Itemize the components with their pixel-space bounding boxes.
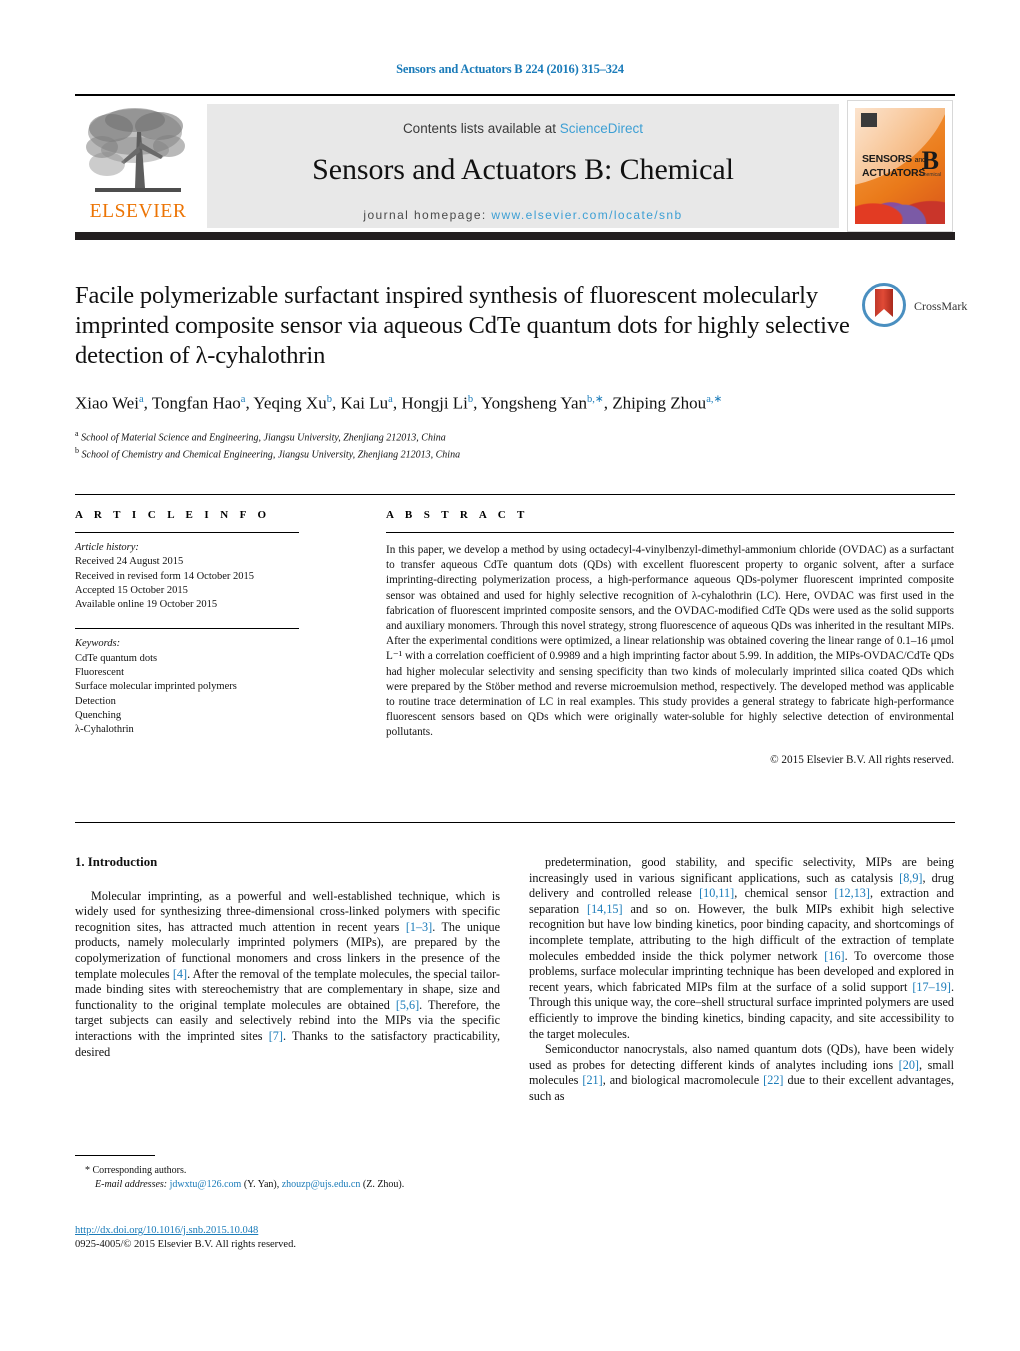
homepage-url-link[interactable]: www.elsevier.com/locate/snb [491, 208, 682, 222]
email-owner-zhou: (Z. Zhou). [362, 1178, 405, 1190]
journal-masthead: ELSEVIER Contents lists available at Sci… [75, 94, 955, 240]
footnote-corresponding: * Corresponding authors. [85, 1165, 187, 1176]
cover-blobs [855, 180, 945, 224]
journal-cover-image: SENSORS and ACTUATORS B Chemical [847, 100, 953, 232]
elsevier-wordmark: ELSEVIER [89, 201, 187, 222]
journal-cover-art: SENSORS and ACTUATORS B Chemical [855, 108, 945, 224]
affiliation-a-marker: a [75, 428, 79, 438]
journal-homepage-line: journal homepage: www.elsevier.com/locat… [207, 208, 839, 222]
intro-paragraph-2: predetermination, good stability, and sp… [529, 855, 955, 1041]
abstract-block: A B S T R A C T In this paper, we develo… [386, 509, 954, 766]
crossmark-notch-icon [875, 309, 893, 317]
cover-line2: ACTUATORS [862, 167, 926, 179]
keyword-item: Surface molecular imprinted polymers [75, 681, 237, 693]
email-link-zhou[interactable]: zhouzp@ujs.edu.cn [282, 1179, 361, 1190]
doi-block: http://dx.doi.org/10.1016/j.snb.2015.10.… [75, 1224, 296, 1252]
affiliation-a: a School of Material Science and Enginee… [75, 427, 850, 445]
contents-prefix: Contents lists available at [402, 121, 560, 136]
corresponding-author-footnote: * Corresponding authors. E-mail addresse… [75, 1155, 500, 1191]
keyword-item: CdTe quantum dots [75, 652, 158, 664]
crossmark-label: CrossMark [914, 299, 968, 313]
keywords-label: Keywords: [75, 638, 121, 650]
masthead-center: Contents lists available at ScienceDirec… [207, 104, 839, 228]
keyword-item: λ-Cyhalothrin [75, 724, 134, 736]
doi-link[interactable]: http://dx.doi.org/10.1016/j.snb.2015.10.… [75, 1224, 296, 1238]
footnote-emails: E-mail addresses: jdwxtu@126.com (Y. Yan… [75, 1178, 500, 1192]
footnote-rule [75, 1155, 155, 1156]
section-heading-introduction: 1. Introduction [75, 855, 158, 869]
keyword-item: Fluorescent [75, 667, 124, 679]
article-history: Article history: Received 24 August 2015… [75, 541, 313, 612]
elsevier-logo: ELSEVIER [77, 102, 199, 230]
masthead-bottom-rule [75, 232, 955, 240]
cover-line1: SENSORS [862, 153, 912, 165]
history-item: Available online 19 October 2015 [75, 599, 218, 611]
cover-volume-sub: Chemical [920, 172, 941, 178]
article-info-rule-2 [75, 628, 299, 630]
cover-title-text: SENSORS and ACTUATORS [862, 153, 926, 179]
article-info-rule-1 [75, 532, 299, 533]
affiliation-a-text: School of Material Science and Engineeri… [81, 431, 446, 443]
journal-title: Sensors and Actuators B: Chemical [312, 153, 734, 186]
history-item: Accepted 15 October 2015 [75, 584, 188, 596]
masthead-top-rule [75, 94, 955, 96]
author-list: Xiao Weia, Tongfan Haoa, Yeqing Xub, Kai… [75, 393, 723, 413]
affiliation-b-text: School of Chemistry and Chemical Enginee… [81, 449, 461, 461]
history-item: Received 24 August 2015 [75, 556, 184, 568]
info-section-top-rule [75, 494, 955, 495]
paper-page: Sensors and Actuators B 224 (2016) 315–3… [0, 0, 1020, 1351]
homepage-label: journal homepage: [363, 208, 492, 222]
intro-paragraph-1: Molecular imprinting, as a powerful and … [75, 888, 500, 1059]
abstract-rule [386, 532, 954, 533]
page-title: Facile polymerizable surfactant inspired… [75, 282, 850, 369]
intro-paragraph-3: Semiconductor nanocrystals, also named q… [529, 1042, 955, 1103]
email-link-yan[interactable]: jdwxtu@126.com [170, 1179, 242, 1190]
affiliation-b-marker: b [75, 446, 79, 456]
abstract-text: In this paper, we develop a method by us… [386, 544, 954, 739]
article-info-block: A R T I C L E I N F O Article history: R… [75, 509, 313, 738]
keyword-item: Detection [75, 695, 116, 707]
contents-line: Contents lists available at ScienceDirec… [207, 104, 839, 136]
article-history-label: Article history: [75, 542, 139, 553]
body-column-left: 1. Introduction Molecular imprinting, as… [75, 855, 500, 1060]
abstract-heading: A B S T R A C T [386, 509, 529, 521]
info-section-bottom-rule [75, 822, 955, 823]
body-column-right: predetermination, good stability, and sp… [529, 855, 954, 1105]
running-head: Sensors and Actuators B 224 (2016) 315–3… [396, 62, 624, 76]
title-block: Facile polymerizable surfactant inspired… [75, 281, 850, 462]
crossmark-badge[interactable]: CrossMark [862, 283, 967, 331]
article-info-heading: A R T I C L E I N F O [75, 509, 271, 521]
elsevier-tree-icon [77, 102, 195, 200]
cover-elsevier-mark-icon [861, 113, 877, 127]
history-item: Received in revised form 14 October 2015 [75, 570, 255, 582]
sciencedirect-link[interactable]: ScienceDirect [560, 121, 643, 136]
email-addresses-label: E-mail addresses: [95, 1178, 168, 1190]
issn-copyright-line: 0925-4005/© 2015 Elsevier B.V. All right… [75, 1239, 296, 1250]
abstract-copyright: © 2015 Elsevier B.V. All rights reserved… [770, 753, 954, 766]
keyword-item: Quenching [75, 709, 122, 721]
affiliation-b: b School of Chemistry and Chemical Engin… [75, 444, 850, 462]
affiliation-list: a School of Material Science and Enginee… [75, 427, 850, 463]
keywords-block: Keywords: CdTe quantum dots Fluorescent … [75, 637, 313, 737]
email-owner-yan: (Y. Yan), [243, 1178, 280, 1190]
